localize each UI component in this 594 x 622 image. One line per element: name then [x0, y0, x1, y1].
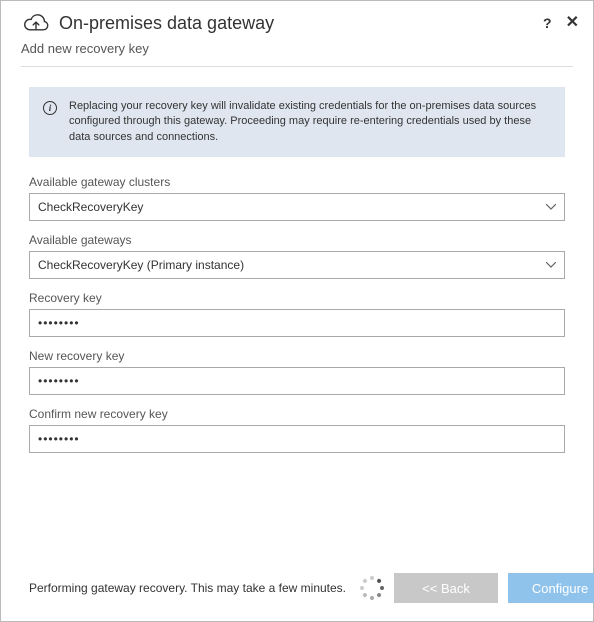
- content-area: i Replacing your recovery key will inval…: [1, 87, 593, 573]
- info-icon: i: [43, 101, 57, 115]
- back-button[interactable]: << Back: [394, 573, 498, 603]
- cloud-upload-icon: [21, 11, 51, 35]
- gateways-select[interactable]: CheckRecoveryKey (Primary instance): [29, 251, 565, 279]
- footer: Performing gateway recovery. This may ta…: [1, 573, 593, 621]
- page-subtitle: Add new recovery key: [1, 37, 593, 66]
- new-recovery-field: New recovery key: [29, 349, 565, 395]
- info-banner: i Replacing your recovery key will inval…: [29, 87, 565, 157]
- help-icon[interactable]: ?: [543, 15, 552, 31]
- titlebar: On-premises data gateway ? ✕: [1, 1, 593, 37]
- status-row: Performing gateway recovery. This may ta…: [29, 573, 565, 603]
- window-title: On-premises data gateway: [59, 13, 543, 34]
- clusters-label: Available gateway clusters: [29, 175, 565, 189]
- close-icon[interactable]: ✕: [566, 15, 579, 31]
- gateways-label: Available gateways: [29, 233, 565, 247]
- confirm-recovery-field: Confirm new recovery key: [29, 407, 565, 453]
- recovery-label: Recovery key: [29, 291, 565, 305]
- confirm-recovery-input[interactable]: [29, 425, 565, 453]
- divider: [21, 66, 573, 67]
- spinner-icon: [360, 576, 384, 600]
- confirm-recovery-label: Confirm new recovery key: [29, 407, 565, 421]
- gateway-window: On-premises data gateway ? ✕ Add new rec…: [0, 0, 594, 622]
- clusters-select[interactable]: CheckRecoveryKey: [29, 193, 565, 221]
- button-row: << Back Configure: [394, 573, 594, 603]
- clusters-field: Available gateway clusters CheckRecovery…: [29, 175, 565, 221]
- info-text: Replacing your recovery key will invalid…: [69, 99, 551, 145]
- gateways-field: Available gateways CheckRecoveryKey (Pri…: [29, 233, 565, 279]
- new-recovery-input[interactable]: [29, 367, 565, 395]
- configure-button[interactable]: Configure: [508, 573, 594, 603]
- recovery-field: Recovery key: [29, 291, 565, 337]
- status-text: Performing gateway recovery. This may ta…: [29, 581, 346, 595]
- recovery-input[interactable]: [29, 309, 565, 337]
- new-recovery-label: New recovery key: [29, 349, 565, 363]
